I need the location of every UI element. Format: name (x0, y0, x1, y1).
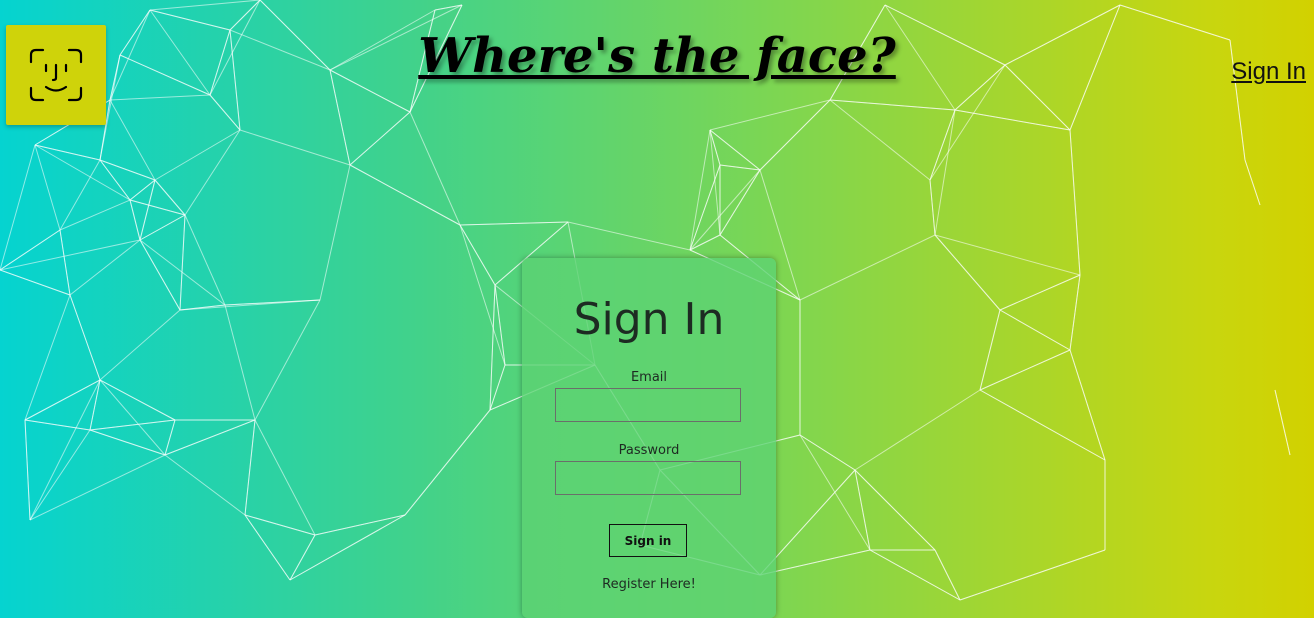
register-link[interactable]: Register Here! (522, 577, 776, 592)
password-label: Password (618, 443, 680, 458)
nav-signin-link[interactable]: Sign In (1231, 58, 1306, 86)
site-title: Where's the face? (418, 28, 896, 84)
email-field[interactable] (555, 388, 741, 422)
signin-card: Sign In Email Password Sign in Register … (522, 258, 776, 618)
signin-button[interactable]: Sign in (609, 524, 687, 557)
signin-heading: Sign In (573, 294, 725, 345)
password-field[interactable] (555, 461, 741, 495)
email-label: Email (630, 370, 668, 385)
